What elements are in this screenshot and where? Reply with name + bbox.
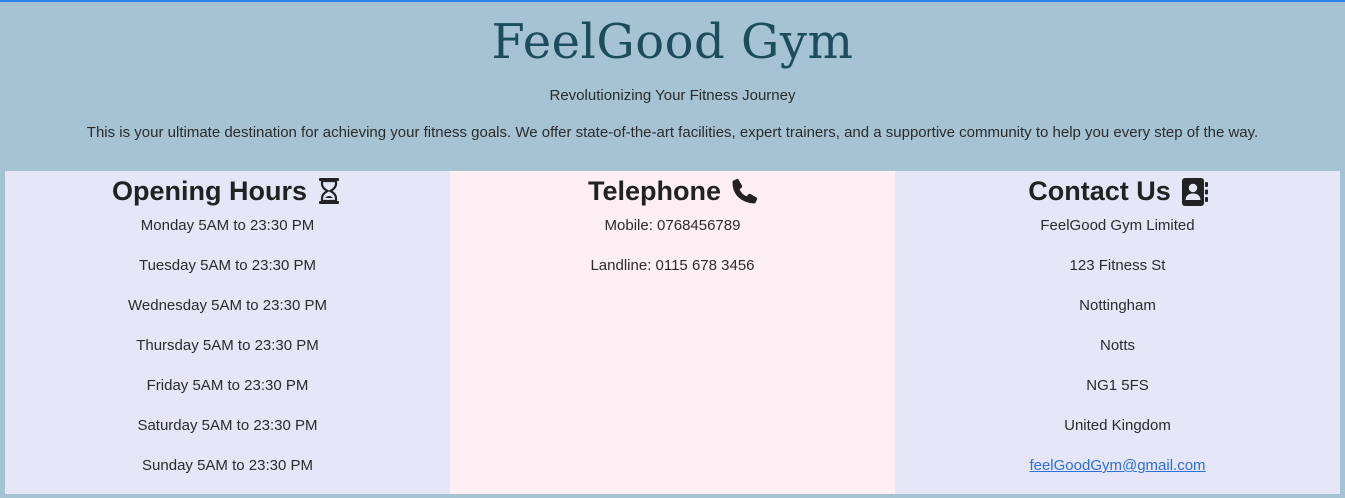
landline-number: Landline: 0115 678 3456	[590, 257, 755, 274]
opening-hours-title: Opening Hours	[112, 176, 307, 206]
street-address: 123 Fitness St	[1069, 257, 1166, 274]
hours-item: Friday 5AM to 23:30 PM	[146, 377, 309, 394]
company-name: FeelGood Gym Limited	[1040, 217, 1195, 234]
info-columns: Opening Hours Monday 5AM to 23:30 PM Tue…	[5, 171, 1340, 494]
hours-item: Saturday 5AM to 23:30 PM	[137, 417, 318, 434]
hours-item: Thursday 5AM to 23:30 PM	[136, 337, 319, 354]
telephone-section: Telephone Mobile: 0768456789 Landline: 0…	[450, 171, 895, 494]
telephone-heading: Telephone	[587, 176, 758, 206]
intro-text: This is your ultimate destination for ac…	[86, 124, 1259, 141]
county: Notts	[1099, 337, 1135, 354]
page: FeelGood Gym Revolutionizing Your Fitnes…	[0, 0, 1345, 498]
contact-section: Contact Us FeelGood Gym Limited 123 Fitn…	[895, 171, 1340, 494]
contact-heading: Contact Us	[1028, 176, 1208, 206]
email-item: feelGoodGym@gmail.com	[895, 456, 1340, 476]
hours-item: Sunday 5AM to 23:30 PM	[142, 457, 313, 474]
hero-header: FeelGood Gym Revolutionizing Your Fitnes…	[0, 2, 1345, 171]
telephone-title: Telephone	[587, 176, 721, 206]
opening-hours-list: Monday 5AM to 23:30 PM Tuesday 5AM to 23…	[5, 216, 450, 476]
postcode: NG1 5FS	[1086, 377, 1149, 394]
contact-title: Contact Us	[1028, 176, 1171, 206]
country: United Kingdom	[1064, 417, 1171, 434]
opening-hours-section: Opening Hours Monday 5AM to 23:30 PM Tue…	[5, 171, 450, 494]
mobile-number: Mobile: 0768456789	[604, 217, 741, 234]
contact-list: FeelGood Gym Limited 123 Fitness St Nott…	[895, 216, 1340, 476]
brand-title: FeelGood Gym	[491, 14, 854, 70]
hours-item: Wednesday 5AM to 23:30 PM	[128, 297, 327, 314]
hourglass-icon	[317, 177, 343, 205]
contact-book-icon	[1181, 177, 1208, 206]
hours-item: Tuesday 5AM to 23:30 PM	[138, 257, 317, 274]
email-link[interactable]: feelGoodGym@gmail.com	[1029, 457, 1205, 474]
tagline: Revolutionizing Your Fitness Journey	[549, 87, 796, 104]
hours-item: Monday 5AM to 23:30 PM	[140, 217, 315, 234]
city: Nottingham	[1079, 297, 1156, 314]
telephone-icon	[731, 177, 758, 205]
telephone-list: Mobile: 0768456789 Landline: 0115 678 34…	[450, 216, 895, 276]
opening-hours-heading: Opening Hours	[112, 176, 343, 206]
